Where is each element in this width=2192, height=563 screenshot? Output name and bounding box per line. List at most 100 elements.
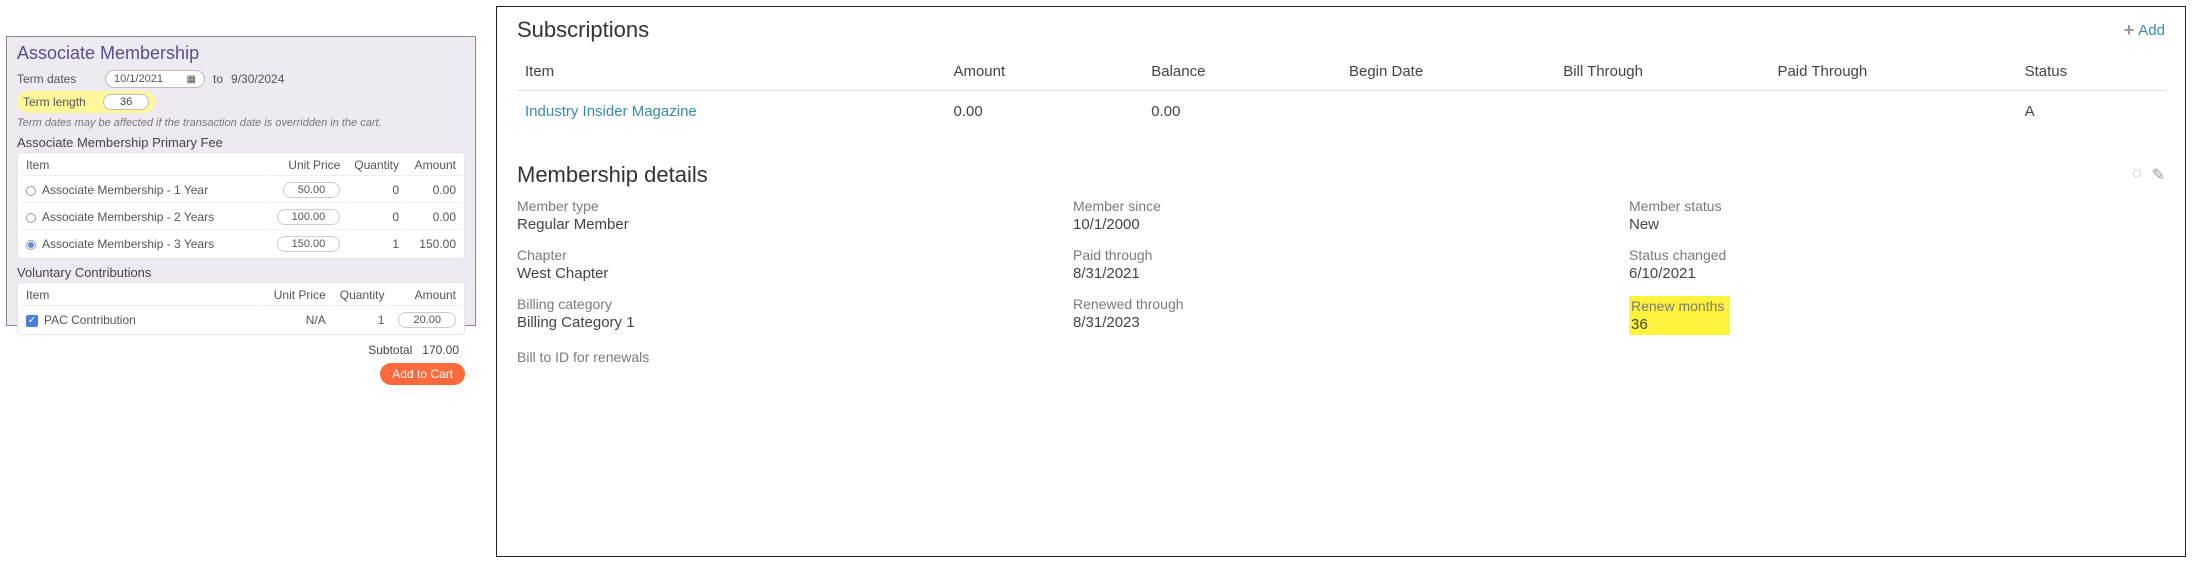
member-status-value: New	[1629, 216, 2165, 233]
sub-col-bill: Bill Through	[1555, 53, 1769, 91]
term-to-word: to	[213, 72, 223, 86]
sub-col-paid: Paid Through	[1769, 53, 2016, 91]
vc-col-amount: Amount	[392, 285, 462, 306]
vc-row: ✓ PAC Contribution N/A 1 20.00	[20, 308, 462, 332]
fee-col-unit-price: Unit Price	[271, 155, 347, 176]
associate-membership-panel: Associate Membership Term dates 10/1/202…	[6, 36, 476, 326]
renewed-through-value: 8/31/2023	[1073, 314, 1609, 331]
subscription-begin	[1341, 91, 1555, 133]
vc-unit-price: N/A	[262, 308, 332, 332]
chapter-field: Chapter West Chapter	[517, 247, 1053, 282]
bill-to-id-label: Bill to ID for renewals	[517, 349, 1053, 365]
fee-item-label: Associate Membership - 1 Year	[42, 183, 208, 197]
fee-unit-price-input[interactable]: 100.00	[277, 209, 341, 225]
sub-col-balance: Balance	[1143, 53, 1341, 91]
member-status-label: Member status	[1629, 198, 2165, 214]
status-changed-value: 6/10/2021	[1629, 265, 2165, 282]
right-panel: Subscriptions + Add Item Amount Balance …	[496, 6, 2186, 557]
membership-details-title: Membership details	[517, 162, 708, 188]
billing-category-field: Billing category Billing Category 1	[517, 296, 1053, 335]
renew-months-label: Renew months	[1631, 298, 1724, 314]
vc-table: Item Unit Price Quantity Amount ✓PAC Con…	[17, 282, 465, 335]
subscription-bill	[1555, 91, 1769, 133]
add-subscription-link[interactable]: + Add	[2124, 20, 2165, 41]
term-note: Term dates may be affected if the transa…	[17, 117, 465, 129]
status-changed-label: Status changed	[1629, 247, 2165, 263]
renewed-through-field: Renewed through 8/31/2023	[1073, 296, 1609, 335]
member-since-field: Member since 10/1/2000	[1073, 198, 1609, 233]
chapter-value: West Chapter	[517, 265, 1053, 282]
subscriptions-table: Item Amount Balance Begin Date Bill Thro…	[517, 53, 2165, 132]
fee-row: Associate Membership - 1 Year 50.00 0 0.…	[20, 178, 462, 203]
fee-col-amount: Amount	[407, 155, 462, 176]
fee-amount: 150.00	[407, 232, 462, 256]
subscription-amount: 0.00	[945, 91, 1143, 133]
renew-months-field: Renew months 36	[1629, 296, 2165, 335]
term-start-input[interactable]: 10/1/2021 ▦	[105, 70, 205, 88]
fee-unit-price-input[interactable]: 150.00	[277, 236, 341, 252]
fee-row: Associate Membership - 3 Years 150.00 1 …	[20, 232, 462, 256]
renew-months-highlight: Renew months 36	[1629, 296, 1730, 335]
paid-through-field: Paid through 8/31/2021	[1073, 247, 1609, 282]
fee-radio[interactable]	[26, 186, 36, 196]
vc-item-label: PAC Contribution	[44, 313, 136, 327]
membership-details-grid: Member type Regular Member Member since …	[517, 198, 2165, 367]
term-length-label: Term length	[23, 95, 95, 109]
renewed-through-label: Renewed through	[1073, 296, 1609, 312]
term-length-row: Term length 36	[17, 91, 465, 113]
bill-to-id-field: Bill to ID for renewals	[517, 349, 1053, 367]
sub-col-amount: Amount	[945, 53, 1143, 91]
vc-col-quantity: Quantity	[334, 285, 391, 306]
membership-details-header: Membership details	[517, 162, 2165, 188]
refresh-icon[interactable]	[2132, 165, 2142, 185]
fee-radio[interactable]	[26, 240, 36, 250]
status-changed-field: Status changed 6/10/2021	[1629, 247, 2165, 282]
fee-item-label: Associate Membership - 2 Years	[42, 210, 214, 224]
sub-col-status: Status	[2017, 53, 2165, 91]
fee-item-label: Associate Membership - 3 Years	[42, 237, 214, 251]
term-dates-label: Term dates	[17, 72, 97, 86]
subscription-paid	[1769, 91, 2016, 133]
member-type-value: Regular Member	[517, 216, 1053, 233]
add-to-cart-button[interactable]: Add to Cart	[380, 363, 465, 385]
term-length-highlight: Term length 36	[17, 91, 155, 113]
term-length-input[interactable]: 36	[103, 94, 149, 110]
subtotal-value: 170.00	[422, 343, 459, 357]
fee-row: Associate Membership - 2 Years 100.00 0 …	[20, 205, 462, 230]
member-since-label: Member since	[1073, 198, 1609, 214]
vc-amount-input[interactable]: 20.00	[398, 312, 456, 328]
fee-qty: 0	[348, 205, 405, 230]
vc-checkbox[interactable]: ✓	[26, 315, 38, 327]
fee-table: Item Unit Price Quantity Amount Associat…	[17, 152, 465, 259]
term-dates-row: Term dates 10/1/2021 ▦ to 9/30/2024	[17, 70, 465, 88]
paid-through-label: Paid through	[1073, 247, 1609, 263]
vc-qty: 1	[334, 308, 391, 332]
fee-amount: 0.00	[407, 205, 462, 230]
member-status-field: Member status New	[1629, 198, 2165, 233]
membership-header-icons	[2132, 165, 2165, 185]
edit-icon[interactable]	[2152, 165, 2165, 185]
member-type-field: Member type Regular Member	[517, 198, 1053, 233]
fee-qty: 1	[348, 232, 405, 256]
add-label: Add	[2138, 22, 2165, 39]
subscriptions-title: Subscriptions	[517, 17, 649, 43]
subscription-item-link[interactable]: Industry Insider Magazine	[525, 103, 697, 120]
member-since-value: 10/1/2000	[1073, 216, 1609, 233]
subtotal-row: Subtotal 170.00	[17, 343, 465, 357]
fee-radio[interactable]	[26, 213, 36, 223]
billing-category-value: Billing Category 1	[517, 314, 1053, 331]
calendar-icon[interactable]: ▦	[187, 74, 196, 85]
sub-col-item: Item	[517, 53, 945, 91]
fee-col-quantity: Quantity	[348, 155, 405, 176]
primary-fee-label: Associate Membership Primary Fee	[17, 135, 465, 150]
subscription-status: A	[2017, 91, 2165, 133]
sub-col-begin: Begin Date	[1341, 53, 1555, 91]
paid-through-value: 8/31/2021	[1073, 265, 1609, 282]
fee-unit-price-input[interactable]: 50.00	[283, 182, 341, 198]
billing-category-label: Billing category	[517, 296, 1053, 312]
member-type-label: Member type	[517, 198, 1053, 214]
term-end-value: 9/30/2024	[231, 72, 284, 86]
voluntary-contributions-label: Voluntary Contributions	[17, 265, 465, 280]
vc-col-item: Item	[20, 285, 260, 306]
fee-qty: 0	[348, 178, 405, 203]
